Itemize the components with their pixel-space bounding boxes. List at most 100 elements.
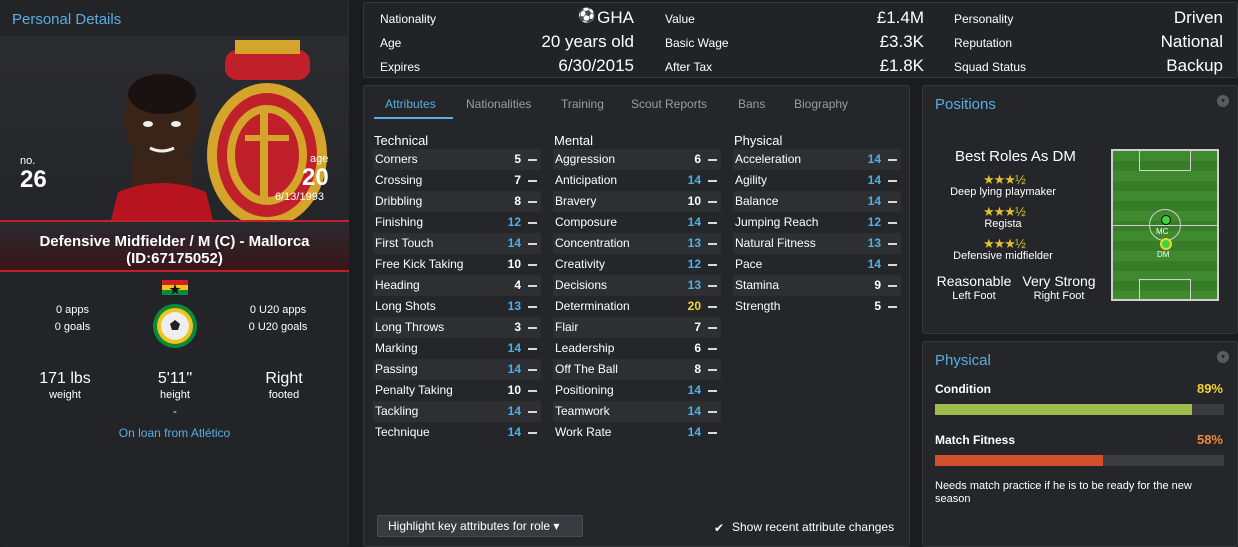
attribute-row[interactable]: First Touch 14: [373, 233, 541, 254]
attribute-row[interactable]: Passing 14: [373, 359, 541, 380]
attribute-row[interactable]: Jumping Reach 12: [733, 212, 901, 233]
penalty-box-bottom: [1139, 279, 1191, 299]
attribute-value: 7: [694, 320, 701, 334]
collapse-icon[interactable]: ▾: [1217, 95, 1229, 107]
attribute-name: Free Kick Taking: [375, 257, 464, 271]
attribute-row[interactable]: Acceleration 14: [733, 149, 901, 170]
attribute-row[interactable]: Agility 14: [733, 170, 901, 191]
attribute-row[interactable]: Positioning 14: [553, 380, 721, 401]
wage-label: Basic Wage: [665, 36, 729, 50]
attribute-name: Heading: [375, 278, 420, 292]
tab-biography[interactable]: Biography: [794, 97, 848, 111]
trend-dash-icon: [528, 264, 537, 266]
attribute-row[interactable]: Determination 20: [553, 296, 721, 317]
attribute-row[interactable]: Pace 14: [733, 254, 901, 275]
attribute-name: Tackling: [375, 404, 419, 418]
tab-nationalities[interactable]: Nationalities: [466, 97, 531, 111]
attribute-name: Crossing: [375, 173, 423, 187]
recent-changes-label[interactable]: Show recent attribute changes: [732, 520, 894, 534]
trend-dash-icon: [528, 369, 537, 371]
attribute-value: 14: [687, 215, 701, 229]
highlight-role-label: Highlight key attributes for role: [388, 519, 551, 533]
tab-scout-reports[interactable]: Scout Reports: [631, 97, 707, 111]
attribute-row[interactable]: Stamina 9: [733, 275, 901, 296]
attribute-name: Positioning: [555, 383, 614, 397]
u20-apps: 0 U20 apps: [249, 304, 307, 316]
tab-training[interactable]: Training: [561, 97, 604, 111]
trend-dash-icon: [528, 243, 537, 245]
attribute-row[interactable]: Flair 7: [553, 317, 721, 338]
attribute-name: Long Shots: [375, 299, 436, 313]
u20-goals: 0 U20 goals: [248, 321, 308, 333]
trend-dash-icon: [888, 306, 897, 308]
trend-dash-icon: [528, 222, 537, 224]
attribute-value: 4: [514, 278, 521, 292]
attribute-name: Pace: [735, 257, 763, 271]
loan-link[interactable]: On loan from Atlético: [0, 426, 349, 440]
attribute-row[interactable]: Dribbling 8: [373, 191, 541, 212]
attribute-name: Balance: [735, 194, 779, 208]
aftertax-label: After Tax: [665, 60, 713, 74]
attribute-row[interactable]: Decisions 13: [553, 275, 721, 296]
fitness-bar: [935, 455, 1224, 466]
attribute-value: 10: [507, 383, 521, 397]
attribute-row[interactable]: Crossing 7: [373, 170, 541, 191]
attribute-row[interactable]: Creativity 12: [553, 254, 721, 275]
attribute-value: 14: [687, 173, 701, 187]
attribute-row[interactable]: Long Shots 13: [373, 296, 541, 317]
attribute-row[interactable]: Bravery 10: [553, 191, 721, 212]
highlight-role-dropdown[interactable]: Highlight key attributes for role ▾: [377, 515, 583, 537]
attribute-row[interactable]: Technique 14: [373, 422, 541, 443]
trend-dash-icon: [708, 306, 717, 308]
attribute-row[interactable]: Leadership 6: [553, 338, 721, 359]
attribute-name: Acceleration: [735, 152, 802, 166]
attribute-row[interactable]: Long Throws 3: [373, 317, 541, 338]
attribute-row[interactable]: Finishing 12: [373, 212, 541, 233]
attribute-row[interactable]: Marking 14: [373, 338, 541, 359]
collapse-icon[interactable]: ▾: [1217, 351, 1229, 363]
panel-title: Personal Details: [12, 11, 122, 28]
age-label: Age: [380, 36, 402, 50]
trend-dash-icon: [528, 432, 537, 434]
personal-details-panel: Personal Details no. 26 age 20 6/13/1993…: [0, 0, 349, 547]
attribute-row[interactable]: Concentration 13: [553, 233, 721, 254]
attribute-row[interactable]: Strength 5: [733, 296, 901, 317]
position-club: Defensive Midfielder / M (C) - Mallorca: [39, 233, 310, 250]
attribute-row[interactable]: Balance 14: [733, 191, 901, 212]
attribute-row[interactable]: Work Rate 14: [553, 422, 721, 443]
weight-value: 171 lbs: [39, 370, 91, 387]
squad-status-label: Squad Status: [954, 60, 1027, 74]
nationality-label: Nationality: [380, 12, 437, 26]
checkbox-recent-changes[interactable]: ✔: [714, 521, 726, 535]
trend-dash-icon: [528, 180, 537, 182]
tab-bans[interactable]: Bans: [738, 97, 765, 111]
trend-dash-icon: [888, 243, 897, 245]
attribute-row[interactable]: Off The Ball 8: [553, 359, 721, 380]
wage-amount: £3.3K: [879, 32, 924, 51]
attribute-row[interactable]: Heading 4: [373, 275, 541, 296]
attribute-row[interactable]: Tackling 14: [373, 401, 541, 422]
attribute-row[interactable]: Composure 14: [553, 212, 721, 233]
attribute-name: Concentration: [555, 236, 630, 250]
role-name: Defensive midfielder: [953, 250, 1053, 262]
trend-dash-icon: [528, 306, 537, 308]
trend-dash-icon: [708, 348, 717, 350]
attribute-value: 7: [514, 173, 521, 187]
mental-header: Mental: [554, 133, 594, 148]
attribute-row[interactable]: Teamwork 14: [553, 401, 721, 422]
attribute-row[interactable]: Anticipation 14: [553, 170, 721, 191]
attribute-row[interactable]: Corners 5: [373, 149, 541, 170]
value-label: Value: [665, 12, 695, 26]
attribute-row[interactable]: Free Kick Taking 10: [373, 254, 541, 275]
trend-dash-icon: [708, 432, 717, 434]
height-value: 5'11": [157, 370, 193, 387]
attribute-value: 6: [694, 341, 701, 355]
attribute-name: Corners: [375, 152, 418, 166]
attribute-row[interactable]: Natural Fitness 13: [733, 233, 901, 254]
shirt-number: 26: [20, 166, 47, 193]
attribute-value: 14: [867, 194, 881, 208]
attribute-row[interactable]: Penalty Taking 10: [373, 380, 541, 401]
tab-attributes[interactable]: Attributes: [385, 97, 436, 111]
attribute-row[interactable]: Aggression 6: [553, 149, 721, 170]
trend-dash-icon: [708, 201, 717, 203]
